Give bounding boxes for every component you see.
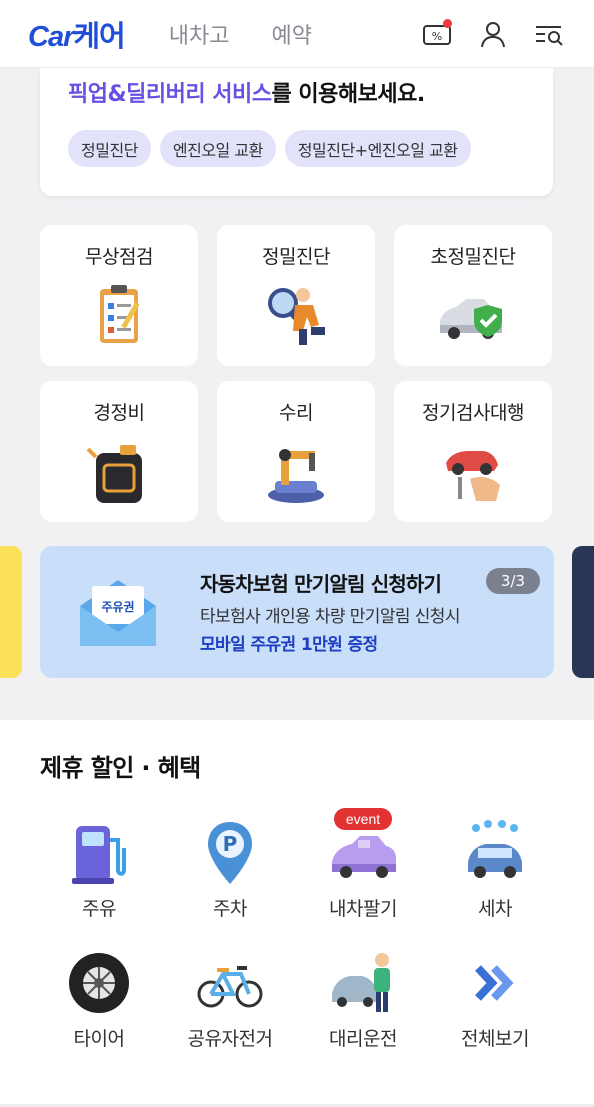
oil-can-icon [86, 445, 142, 503]
bicycle-icon [197, 966, 263, 1008]
envelope-coupon-icon: 주유권 [80, 580, 156, 646]
service-free-inspection[interactable]: 무상점검 [40, 225, 198, 366]
hand-car-icon [446, 451, 500, 501]
main-content: 픽업&딜리버리 서비스를 이용해보세요. 정밀진단 엔진오일 교환 정밀진단+엔… [0, 68, 594, 720]
benefit-tire[interactable]: 타이어 [44, 950, 154, 1051]
service-label: 경정비 [93, 402, 145, 424]
service-super-precision[interactable]: 초정밀진단 [394, 225, 552, 366]
coupon-icon[interactable]: % [420, 17, 454, 51]
service-precision-diagnosis[interactable]: 정밀진단 [217, 225, 375, 366]
insurance-banner[interactable]: 주유권 자동차보험 만기알림 신청하기 3/3 타보험사 개인용 차량 만기알림… [40, 546, 554, 678]
car-shield-icon [440, 299, 502, 339]
banner-pager: 3/3 [486, 568, 540, 594]
benefit-label: 전체보기 [461, 1028, 529, 1050]
benefit-view-all[interactable]: 전체보기 [440, 950, 550, 1051]
benefits-title: 제휴 할인 · 혜택 [40, 754, 201, 782]
gas-pump-icon [72, 826, 126, 884]
chip-diagnosis[interactable]: 정밀진단 [68, 130, 151, 167]
app-logo[interactable]: Car케어 [28, 13, 126, 55]
banner-title: 자동차보험 만기알림 신청하기 [200, 572, 442, 596]
nav-reservation[interactable]: 예약 [271, 18, 311, 50]
envelope-label: 주유권 [101, 600, 134, 614]
banner-promo: 모바일 주유권 1만원 증정 [200, 635, 378, 655]
benefit-shared-bike[interactable]: 공유자전거 [175, 950, 285, 1051]
benefit-label: 내차팔기 [329, 898, 397, 920]
service-light-maintenance[interactable]: 경정비 [40, 381, 198, 522]
notification-dot [443, 18, 452, 28]
benefit-label: 공유자전거 [187, 1028, 273, 1050]
chip-oil-change[interactable]: 엔진오일 교환 [159, 130, 276, 167]
benefit-valet-driving[interactable]: 대리운전 [308, 950, 418, 1051]
benefit-label: 타이어 [73, 1028, 125, 1050]
nav-my-garage[interactable]: 내차고 [169, 18, 230, 50]
service-label: 정밀진단 [262, 246, 330, 268]
service-label: 초정밀진단 [430, 246, 516, 268]
benefit-label: 세차 [478, 898, 512, 920]
service-inspection-agency[interactable]: 정기검사대행 [394, 381, 552, 522]
next-banner-peek[interactable] [572, 546, 594, 678]
benefit-parking[interactable]: P 주차 [175, 820, 285, 921]
service-grid: 무상점검 정밀진단 초정밀진단 경정비 수리 정기검사대행 [40, 225, 553, 522]
top-header: Car케어 내차고 예약 % [0, 0, 594, 68]
car-wash-icon [468, 820, 522, 878]
chip-diagnosis-oil[interactable]: 정밀진단+엔진오일 교환 [284, 130, 471, 167]
pickup-delivery-card[interactable]: 픽업&딜리버리 서비스를 이용해보세요. 정밀진단 엔진오일 교환 정밀진단+엔… [40, 68, 553, 196]
robot-arm-icon [268, 449, 324, 503]
benefit-fuel[interactable]: 주유 [44, 820, 154, 921]
partner-benefits-section: 제휴 할인 · 혜택 주유 P 주차 event 내차팔기 세차 타이어 공유자… [0, 720, 594, 1107]
benefit-sell-car[interactable]: event 내차팔기 [308, 808, 418, 921]
benefit-car-wash[interactable]: 세차 [440, 820, 550, 921]
parking-pin-icon: P [208, 822, 252, 884]
banner-subtitle: 타보험사 개인용 차량 만기알림 신청시 [200, 607, 460, 627]
tire-icon [69, 953, 129, 1013]
promo-headline: 픽업&딜리버리 서비스를 이용해보세요. [68, 82, 425, 107]
service-label: 정기검사대행 [422, 402, 524, 424]
benefit-label: 주차 [213, 898, 247, 920]
user-icon[interactable] [476, 17, 510, 51]
menu-search-icon[interactable] [532, 17, 566, 51]
double-chevron-icon [475, 965, 514, 1001]
event-badge: event [334, 808, 392, 830]
service-chips: 정밀진단 엔진오일 교환 정밀진단+엔진오일 교환 [68, 130, 471, 167]
top-nav: 내차고 예약 [169, 18, 312, 50]
valet-driver-icon [332, 953, 390, 1012]
service-label: 무상점검 [85, 246, 153, 268]
magnifier-mechanic-icon [268, 288, 325, 345]
benefit-label: 대리운전 [329, 1028, 397, 1050]
benefit-label: 주유 [82, 898, 116, 920]
svg-text:%: % [432, 30, 442, 43]
service-label: 수리 [279, 402, 313, 424]
service-repair[interactable]: 수리 [217, 381, 375, 522]
svg-text:P: P [223, 832, 238, 856]
prev-banner-peek[interactable] [0, 546, 22, 678]
clipboard-icon [100, 285, 140, 343]
